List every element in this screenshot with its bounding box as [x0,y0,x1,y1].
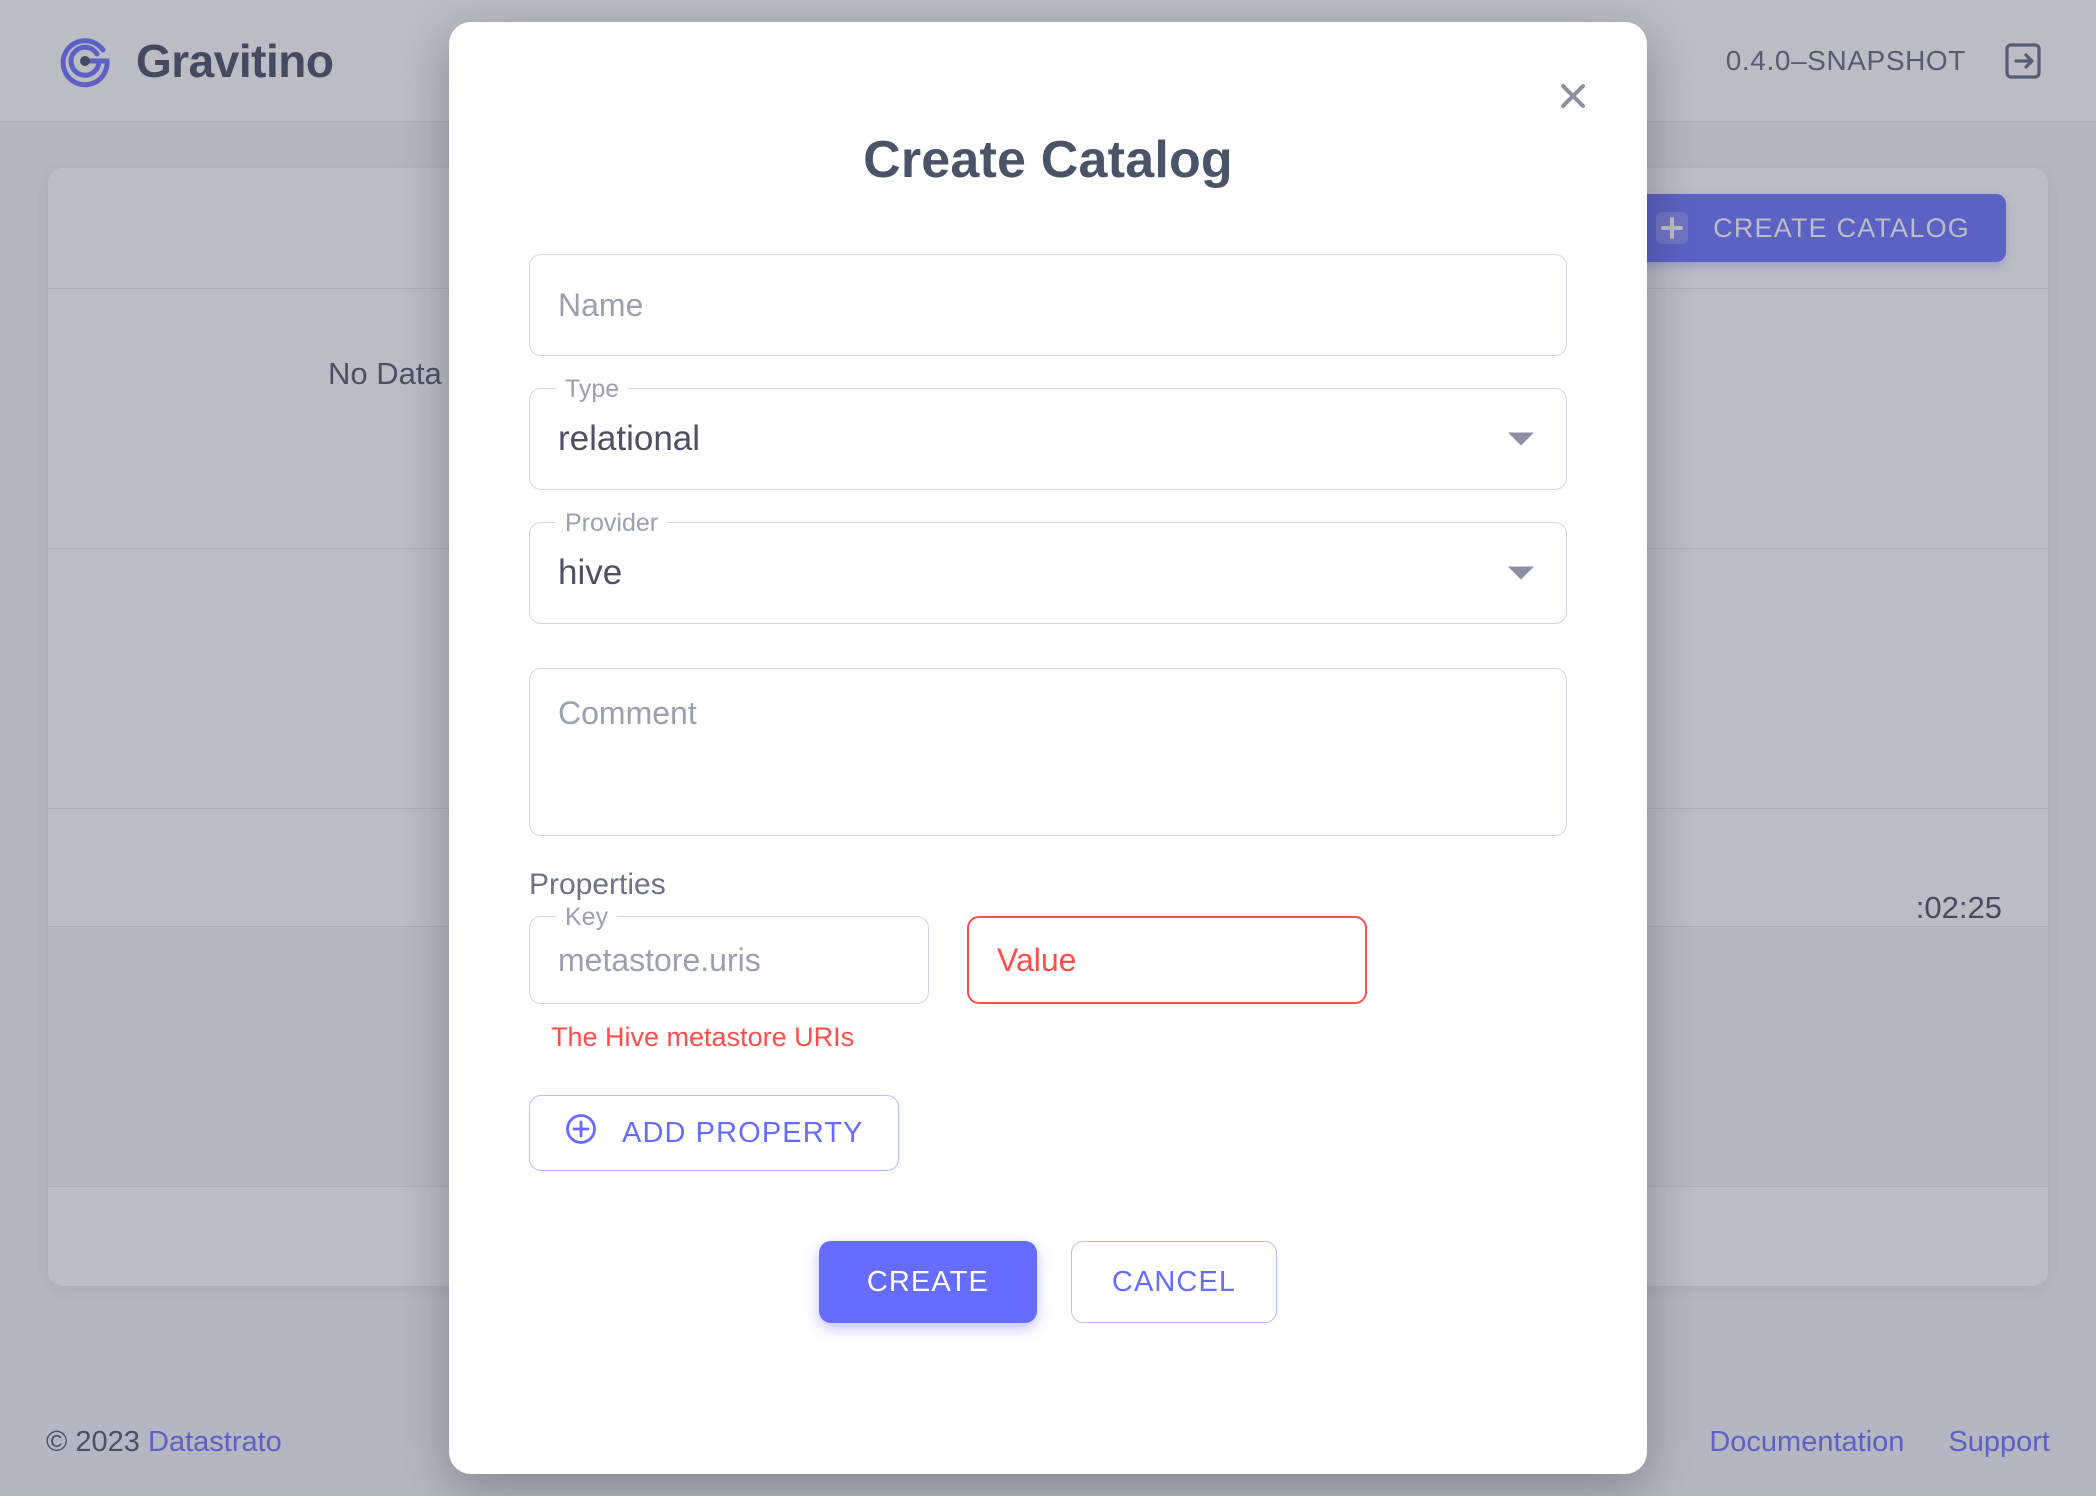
create-button[interactable]: CREATE [818,1241,1037,1323]
plus-circle-icon [564,1112,598,1154]
type-field: Type relational [529,374,1567,490]
property-value-wrapper: Value [967,916,1367,1004]
add-property-button-label: ADD PROPERTY [622,1116,864,1149]
properties-section-label: Properties [529,868,666,901]
property-key-placeholder: metastore.uris [558,941,761,978]
page-title: Create Catalog [863,131,1233,189]
comment-field: Comment [529,668,1567,836]
comment-textarea-placeholder: Comment [558,695,697,731]
property-value-placeholder: Value [997,941,1077,978]
provider-field: Provider hive [529,508,1567,624]
dialog-actions: CREATE CANCEL [529,1241,1567,1323]
modal-wrapper: Create Catalog Name Type relational Prov… [0,0,2096,1496]
name-input[interactable]: Name [529,254,1567,356]
close-icon[interactable] [1545,68,1601,124]
cancel-button[interactable]: CANCEL [1070,1241,1278,1323]
property-key-helper-text: The Hive metastore URIs [551,1022,855,1052]
type-select-label: Type [556,374,629,404]
provider-select-value: hive [558,553,623,592]
create-catalog-dialog: Create Catalog Name Type relational Prov… [449,22,1647,1474]
property-value-input[interactable]: Value [967,916,1367,1004]
chevron-down-icon [1508,432,1534,446]
type-select[interactable]: Type relational [529,374,1567,490]
chevron-down-icon [1508,566,1534,580]
property-key-label: Key [556,902,618,932]
property-key-wrapper: Key metastore.uris The Hive metastore UR… [529,902,929,1053]
add-property-button[interactable]: ADD PROPERTY [529,1095,899,1171]
type-select-value: relational [558,419,701,458]
name-input-placeholder: Name [558,286,644,323]
property-row: Key metastore.uris The Hive metastore UR… [529,902,1567,1053]
property-key-input[interactable]: Key metastore.uris [529,902,929,1004]
create-catalog-form: Name Type relational Provider hive Comme… [529,254,1567,1323]
provider-select-label: Provider [556,508,668,538]
comment-textarea[interactable]: Comment [529,668,1567,836]
provider-select[interactable]: Provider hive [529,508,1567,624]
name-field: Name [529,254,1567,356]
